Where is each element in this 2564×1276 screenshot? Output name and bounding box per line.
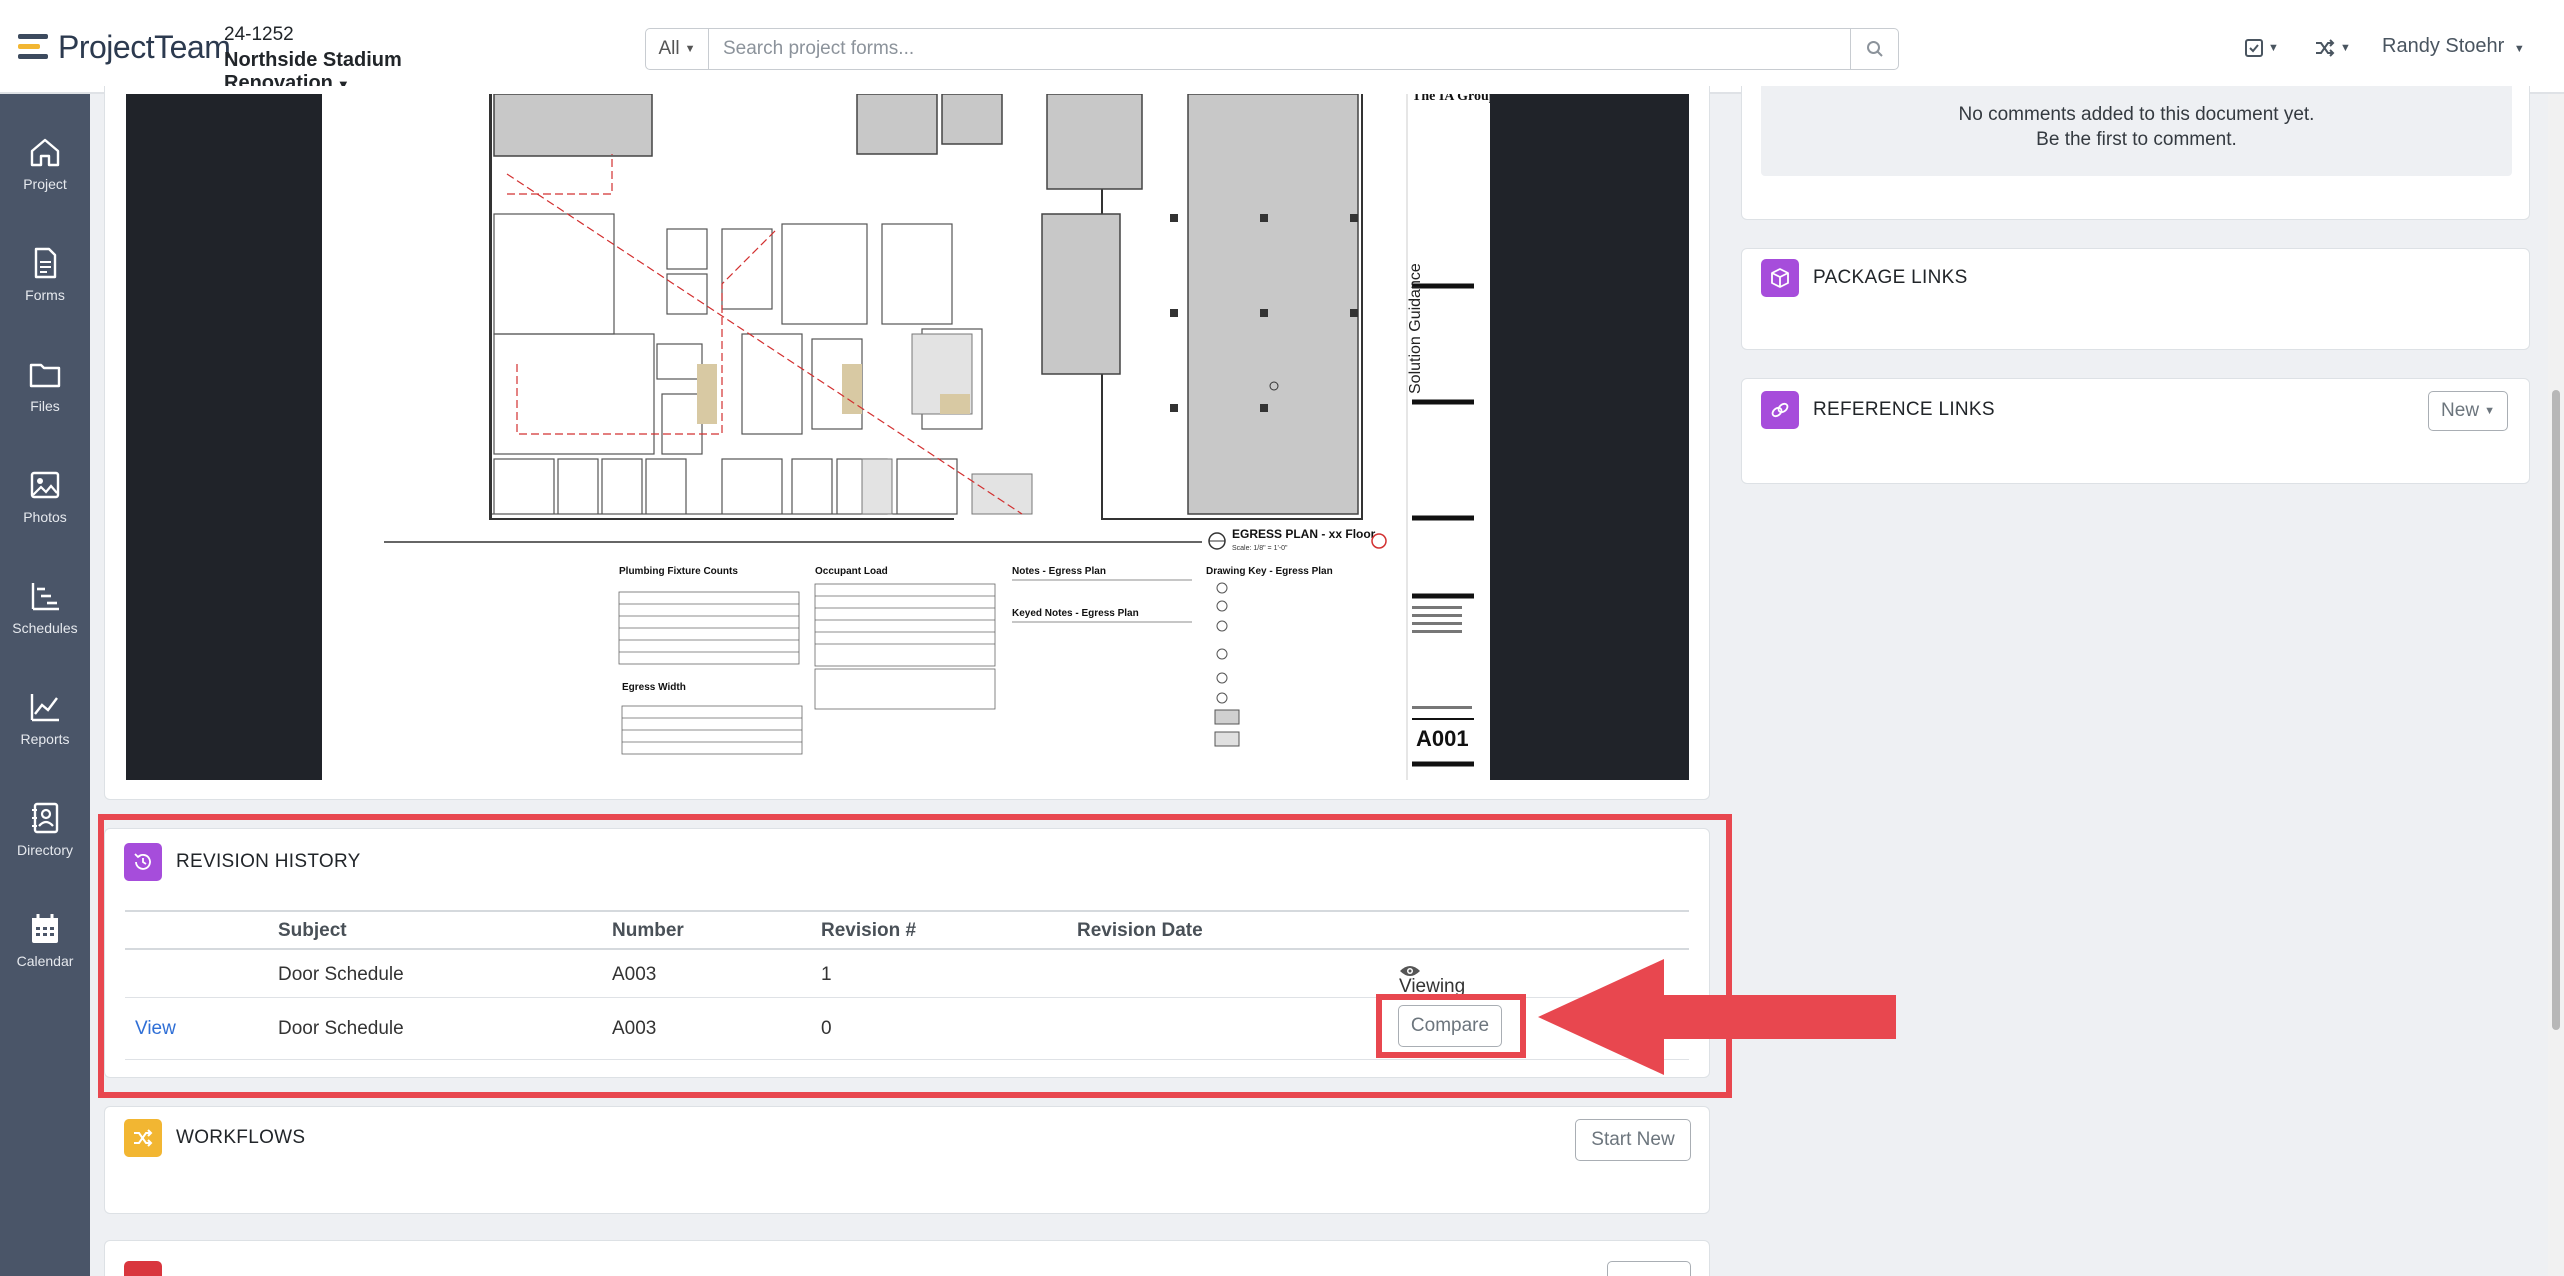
calendar-icon bbox=[32, 914, 58, 943]
notes-title: Notes - Egress Plan bbox=[1012, 566, 1106, 577]
folder-icon bbox=[29, 363, 61, 388]
link-icon bbox=[1761, 391, 1799, 429]
occupant-table-title: Occupant Load bbox=[815, 566, 888, 577]
drawing-sheet: Plumbing Fixture Counts Occupant Load Eg… bbox=[322, 94, 1490, 780]
reference-links-title: REFERENCE LINKS bbox=[1813, 399, 1995, 420]
sidebar-item-reports[interactable]: Reports bbox=[0, 671, 90, 771]
compare-button-highlight bbox=[1376, 994, 1526, 1058]
sidebar-item-files[interactable]: Files bbox=[0, 338, 90, 438]
sidebar-item-label: Project bbox=[23, 176, 67, 192]
user-menu[interactable]: Randy Stoehr ▼ bbox=[2382, 35, 2525, 58]
shuffle-icon bbox=[124, 1119, 162, 1157]
comments-empty-line1: No comments added to this document yet. bbox=[1958, 104, 2315, 125]
start-new-workflow-button[interactable]: Start New bbox=[1575, 1119, 1691, 1161]
search-bar: All ▼ bbox=[645, 28, 1899, 70]
app-logo[interactable]: ProjectTeam bbox=[18, 28, 231, 65]
sidebar-item-project[interactable]: Project bbox=[0, 116, 90, 216]
home-icon bbox=[30, 138, 60, 167]
sidebar: Project Forms Files Photos Schedules Rep… bbox=[0, 94, 90, 1276]
document-viewer[interactable]: Plumbing Fixture Counts Occupant Load Eg… bbox=[126, 94, 1689, 780]
workflows-title: WORKFLOWS bbox=[176, 1127, 306, 1148]
sidebar-item-schedules[interactable]: Schedules bbox=[0, 560, 90, 660]
caret-down-icon: ▼ bbox=[2268, 42, 2279, 54]
search-filter-dropdown[interactable]: All ▼ bbox=[645, 28, 709, 70]
project-number: 24-1252 bbox=[224, 24, 294, 45]
comments-panel: No comments added to this document yet. … bbox=[1741, 86, 2530, 220]
sidebar-item-label: Reports bbox=[20, 731, 70, 747]
sidebar-item-directory[interactable]: Directory bbox=[0, 782, 90, 882]
workflows-panel: WORKFLOWS Start New bbox=[104, 1106, 1710, 1214]
project-selector[interactable]: 24-1252 Northside Stadium Renovation ▼ bbox=[206, 0, 520, 94]
comments-empty-state: No comments added to this document yet. … bbox=[1761, 86, 2512, 176]
logo-mark-icon bbox=[18, 34, 50, 60]
sidebar-item-label: Files bbox=[30, 398, 60, 414]
comments-empty-line2: Be the first to comment. bbox=[2036, 129, 2237, 150]
drawing-key-title: Drawing Key - Egress Plan bbox=[1206, 566, 1333, 577]
sidebar-item-photos[interactable]: Photos bbox=[0, 449, 90, 549]
page-scrollbar-thumb[interactable] bbox=[2552, 390, 2560, 1030]
top-navbar: ProjectTeam 24-1252 Northside Stadium Re… bbox=[0, 0, 2564, 94]
user-name: Randy Stoehr bbox=[2382, 35, 2505, 57]
annotation-arrow-icon bbox=[1538, 959, 1896, 1075]
sheet-number: A001 bbox=[1416, 726, 1469, 751]
sidebar-item-forms[interactable]: Forms bbox=[0, 227, 90, 327]
sidebar-item-label: Schedules bbox=[12, 620, 78, 636]
caret-down-icon: ▼ bbox=[2484, 405, 2495, 417]
app-name: ProjectTeam bbox=[58, 28, 231, 65]
search-button[interactable] bbox=[1851, 28, 1899, 70]
search-icon bbox=[1866, 41, 1883, 57]
checkbox-icon bbox=[2245, 39, 2263, 57]
firm-name: The IA Group bbox=[1412, 94, 1490, 104]
start-new-label: Start New bbox=[1591, 1129, 1675, 1150]
sidebar-item-label: Photos bbox=[23, 509, 67, 525]
workflows-header: WORKFLOWS bbox=[124, 1119, 305, 1157]
drawing-title: EGRESS PLAN - xx Floor bbox=[1232, 527, 1376, 541]
document-icon bbox=[34, 247, 57, 279]
plumbing-table-title: Plumbing Fixture Counts bbox=[619, 566, 738, 577]
reference-links-panel: REFERENCE LINKS New ▼ bbox=[1741, 378, 2530, 484]
package-links-header: PACKAGE LINKS bbox=[1761, 259, 1968, 297]
sidebar-item-label: Directory bbox=[16, 842, 73, 858]
shuffle-icon bbox=[2316, 39, 2335, 57]
tasks-menu-button[interactable]: ▼ bbox=[2244, 34, 2279, 62]
egress-width-title: Egress Width bbox=[622, 682, 686, 693]
caret-down-icon: ▼ bbox=[2513, 43, 2525, 55]
sidebar-item-label: Forms bbox=[25, 287, 65, 303]
package-links-title: PACKAGE LINKS bbox=[1813, 267, 1968, 288]
caret-down-icon: ▼ bbox=[684, 43, 696, 55]
contact-card-icon bbox=[32, 802, 59, 834]
new-reference-link-button[interactable]: New ▼ bbox=[2428, 391, 2508, 431]
sidebar-item-label: Calendar bbox=[16, 953, 74, 969]
panel-icon bbox=[124, 1261, 162, 1276]
search-input[interactable] bbox=[709, 28, 1851, 70]
package-links-panel: PACKAGE LINKS bbox=[1741, 248, 2530, 350]
drawing-scale: Scale: 1/8" = 1'-0" bbox=[1232, 545, 1288, 552]
next-panel bbox=[104, 1240, 1710, 1276]
package-icon bbox=[1761, 259, 1799, 297]
floor-plan-drawing: Plumbing Fixture Counts Occupant Load Eg… bbox=[384, 94, 1490, 780]
workflows-menu-button[interactable]: ▼ bbox=[2314, 34, 2351, 62]
chart-line-icon bbox=[30, 694, 59, 722]
panel-action-button[interactable] bbox=[1607, 1261, 1691, 1276]
image-icon bbox=[30, 471, 60, 499]
keyed-notes-title: Keyed Notes - Egress Plan bbox=[1012, 608, 1139, 619]
new-button-label: New bbox=[2441, 400, 2480, 421]
sheet-label: Solution Guidance bbox=[1407, 263, 1424, 394]
reference-links-header: REFERENCE LINKS bbox=[1761, 391, 1995, 429]
sidebar-item-calendar[interactable]: Calendar bbox=[0, 893, 90, 993]
caret-down-icon: ▼ bbox=[2340, 42, 2351, 54]
search-filter-value: All bbox=[658, 38, 680, 59]
schedule-icon bbox=[31, 583, 59, 611]
